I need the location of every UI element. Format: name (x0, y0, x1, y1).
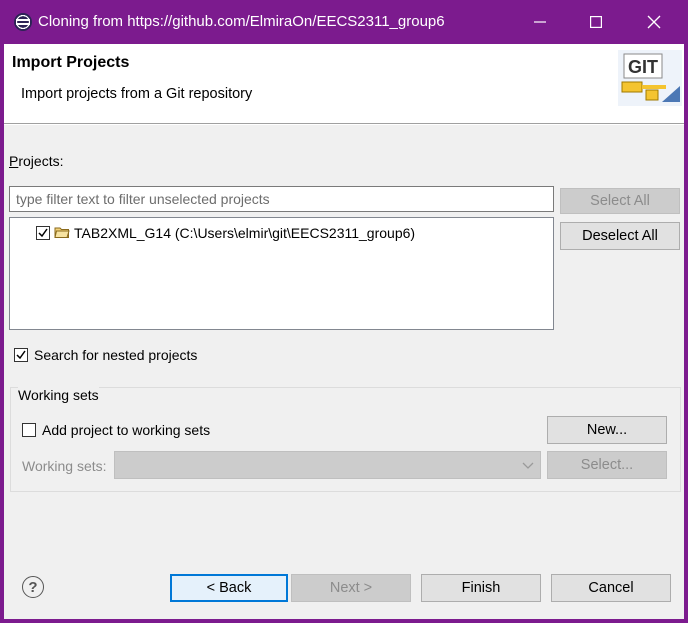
window-border-right (684, 44, 688, 623)
add-to-working-sets-option[interactable]: Add project to working sets (22, 422, 210, 438)
help-icon[interactable]: ? (22, 576, 44, 598)
cancel-label: Cancel (588, 580, 634, 596)
cancel-button[interactable]: Cancel (551, 574, 671, 602)
working-sets-combo[interactable] (114, 451, 541, 479)
nested-projects-option[interactable]: Search for nested projects (14, 347, 197, 363)
project-list-item[interactable]: TAB2XML_G14 (C:\Users\elmir\git\EECS2311… (36, 223, 415, 243)
add-to-working-sets-label: Add project to working sets (42, 422, 211, 438)
add-to-working-sets-checkbox[interactable] (22, 423, 36, 437)
minimize-icon (534, 21, 546, 23)
checkmark-icon (38, 228, 48, 238)
eclipse-app-icon (14, 13, 32, 31)
select-working-sets-button[interactable]: Select... (547, 451, 667, 479)
page-title: Import Projects (12, 54, 130, 71)
page-description: Import projects from a Git repository (21, 86, 253, 102)
window-title: Cloning from https://github.com/ElmiraOn… (38, 13, 445, 30)
close-icon (647, 15, 661, 29)
project-label: TAB2XML_G14 (C:\Users\elmir\git\EECS2311… (74, 225, 416, 241)
project-filter-input[interactable] (9, 186, 554, 212)
select-all-label: Select All (590, 193, 650, 209)
git-logo-icon: GIT (618, 50, 682, 106)
finish-label: Finish (461, 580, 501, 596)
back-label: < Back (206, 580, 252, 596)
close-button[interactable] (632, 8, 676, 36)
back-button[interactable]: < Back (170, 574, 288, 602)
chevron-down-icon (522, 462, 534, 469)
window-border-bottom (0, 619, 688, 623)
projects-label-text: rojects: (18, 153, 64, 169)
new-working-set-label: New... (586, 422, 628, 438)
folder-icon (54, 225, 70, 242)
minimize-button[interactable] (518, 8, 562, 36)
projects-label: Projects: (9, 153, 64, 169)
deselect-all-button[interactable]: Deselect All (560, 222, 680, 250)
working-sets-field-label: Working sets: (22, 458, 107, 474)
nested-projects-label: Search for nested projects (34, 347, 198, 363)
next-label: Next > (329, 580, 373, 596)
wizard-banner: Import Projects Import projects from a G… (4, 44, 684, 124)
svg-text:GIT: GIT (628, 57, 658, 77)
projects-list[interactable]: TAB2XML_G14 (C:\Users\elmir\git\EECS2311… (9, 217, 554, 330)
finish-button[interactable]: Finish (421, 574, 541, 602)
project-checkbox[interactable] (36, 226, 50, 240)
maximize-icon (590, 16, 602, 28)
nested-projects-checkbox[interactable] (14, 348, 28, 362)
working-sets-title: Working sets (18, 387, 99, 403)
next-button[interactable]: Next > (291, 574, 411, 602)
maximize-button[interactable] (574, 8, 618, 36)
select-all-button[interactable]: Select All (560, 188, 680, 214)
select-working-sets-label: Select... (580, 457, 634, 473)
new-working-set-button[interactable]: New... (547, 416, 667, 444)
checkmark-icon (16, 350, 26, 360)
deselect-all-label: Deselect All (582, 228, 658, 244)
